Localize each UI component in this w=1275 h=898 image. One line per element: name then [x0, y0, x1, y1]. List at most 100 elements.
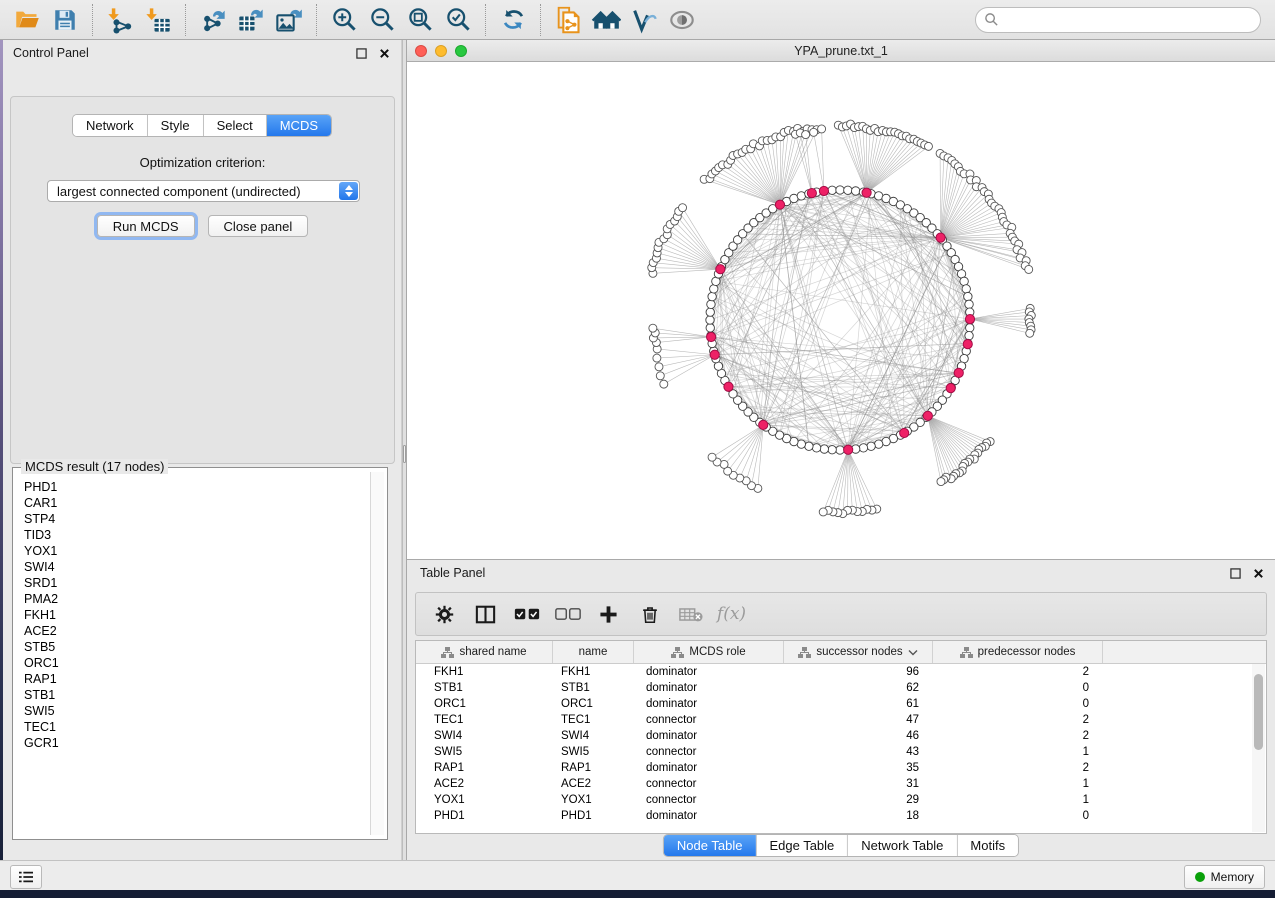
leaf-node[interactable] — [818, 125, 826, 133]
network-node[interactable] — [710, 285, 718, 293]
mcds-hub-node[interactable] — [716, 265, 725, 274]
network-node[interactable] — [965, 331, 973, 339]
table-row[interactable]: ACE2ACE2connector311 — [416, 776, 1266, 792]
mcds-result-item[interactable]: SWI4 — [24, 559, 369, 575]
mcds-hub-node[interactable] — [710, 350, 719, 359]
mcds-result-item[interactable]: STP4 — [24, 511, 369, 527]
network-node[interactable] — [874, 440, 882, 448]
float-table-panel-icon[interactable] — [1229, 567, 1242, 580]
mcds-result-item[interactable]: ACE2 — [24, 623, 369, 639]
tab-network[interactable]: Network — [73, 115, 148, 136]
mcds-result-item[interactable]: GCR1 — [24, 735, 369, 751]
network-node[interactable] — [836, 186, 844, 194]
network-node[interactable] — [828, 186, 836, 194]
tab-style[interactable]: Style — [148, 115, 204, 136]
leaf-node[interactable] — [653, 354, 661, 362]
leaf-node[interactable] — [679, 204, 687, 212]
table-row[interactable]: SWI4SWI4dominator462 — [416, 728, 1266, 744]
network-node[interactable] — [706, 316, 714, 324]
network-node[interactable] — [836, 446, 844, 454]
table-scrollbar[interactable] — [1252, 664, 1265, 832]
network-node[interactable] — [965, 300, 973, 308]
column-header-MCDS-role[interactable]: MCDS role — [634, 641, 784, 663]
import-network-button[interactable] — [101, 4, 139, 36]
network-node[interactable] — [851, 187, 859, 195]
mcds-hub-node[interactable] — [724, 382, 733, 391]
table-row[interactable]: YOX1YOX1connector291 — [416, 792, 1266, 808]
leaf-node[interactable] — [660, 380, 668, 388]
tab-edge-table[interactable]: Edge Table — [756, 835, 848, 856]
table-row[interactable]: TEC1TEC1connector472 — [416, 712, 1266, 728]
mcds-hub-node[interactable] — [775, 200, 784, 209]
leaf-node[interactable] — [924, 142, 932, 150]
network-node[interactable] — [964, 292, 972, 300]
save-session-button[interactable] — [46, 4, 84, 36]
mcds-hub-node[interactable] — [862, 188, 871, 197]
deselect-all-button[interactable] — [549, 597, 586, 631]
leaf-node[interactable] — [937, 478, 945, 486]
zoom-selected-button[interactable] — [439, 4, 477, 36]
mcds-result-item[interactable]: PMA2 — [24, 591, 369, 607]
network-node[interactable] — [962, 285, 970, 293]
tab-mcds[interactable]: MCDS — [267, 115, 331, 136]
mcds-result-item[interactable]: FKH1 — [24, 607, 369, 623]
mcds-result-item[interactable]: CAR1 — [24, 495, 369, 511]
leaf-node[interactable] — [655, 363, 663, 371]
leaf-node[interactable] — [802, 131, 810, 139]
refresh-button[interactable] — [494, 4, 532, 36]
network-node[interactable] — [708, 292, 716, 300]
mcds-result-item[interactable]: ORC1 — [24, 655, 369, 671]
mcds-result-item[interactable]: SRD1 — [24, 575, 369, 591]
tab-motifs[interactable]: Motifs — [957, 835, 1018, 856]
table-scrollbar-thumb[interactable] — [1254, 674, 1263, 750]
table-row[interactable]: STB1STB1dominator620 — [416, 680, 1266, 696]
open-file-button[interactable] — [8, 4, 46, 36]
leaf-node[interactable] — [656, 372, 664, 380]
network-node[interactable] — [844, 186, 852, 194]
run-mcds-button[interactable]: Run MCDS — [97, 215, 195, 237]
network-node[interactable] — [797, 192, 805, 200]
mcds-hub-node[interactable] — [844, 445, 853, 454]
table-row[interactable]: FKH1FKH1dominator962 — [416, 664, 1266, 680]
mcds-result-list[interactable]: PHD1CAR1STP4TID3YOX1SWI4SRD1PMA2FKH1ACE2… — [17, 472, 369, 835]
mcds-result-item[interactable]: STB5 — [24, 639, 369, 655]
network-node[interactable] — [960, 277, 968, 285]
table-row[interactable]: RAP1RAP1dominator352 — [416, 760, 1266, 776]
leaf-node[interactable] — [708, 453, 716, 461]
mcds-hub-node[interactable] — [807, 188, 816, 197]
mcds-result-item[interactable]: YOX1 — [24, 543, 369, 559]
network-node[interactable] — [828, 446, 836, 454]
table-row[interactable]: PHD1PHD1dominator180 — [416, 808, 1266, 824]
network-node[interactable] — [820, 445, 828, 453]
mcds-hub-node[interactable] — [819, 186, 828, 195]
tab-select[interactable]: Select — [204, 115, 267, 136]
mcds-hub-node[interactable] — [963, 340, 972, 349]
network-window-titlebar[interactable]: YPA_prune.txt_1 — [407, 40, 1275, 62]
close-table-panel-icon[interactable] — [1252, 567, 1265, 580]
mcds-result-item[interactable]: PHD1 — [24, 479, 369, 495]
mcds-hub-node[interactable] — [954, 368, 963, 377]
network-node[interactable] — [812, 444, 820, 452]
optimization-criterion-dropdown[interactable]: largest connected component (undirected) — [47, 180, 360, 202]
mcds-result-item[interactable]: TEC1 — [24, 719, 369, 735]
export-image-button[interactable] — [270, 4, 308, 36]
mcds-hub-node[interactable] — [965, 314, 974, 323]
leaf-node[interactable] — [810, 128, 818, 136]
close-panel-button[interactable]: Close panel — [208, 215, 309, 237]
export-table-button[interactable] — [232, 4, 270, 36]
column-header-predecessor-nodes[interactable]: predecessor nodes — [933, 641, 1103, 663]
select-all-button[interactable] — [508, 597, 545, 631]
leaf-node[interactable] — [1026, 329, 1034, 337]
mcds-result-item[interactable]: SWI5 — [24, 703, 369, 719]
delete-table-button[interactable] — [672, 597, 709, 631]
memory-button[interactable]: Memory — [1184, 865, 1265, 889]
mcds-hub-node[interactable] — [946, 384, 955, 393]
houses-button[interactable] — [587, 4, 625, 36]
mcds-hub-node[interactable] — [707, 332, 716, 341]
mcds-result-item[interactable]: TID3 — [24, 527, 369, 543]
zoom-out-button[interactable] — [363, 4, 401, 36]
zoom-in-button[interactable] — [325, 4, 363, 36]
search-input[interactable] — [999, 12, 1252, 28]
column-header-shared-name[interactable]: shared name — [416, 641, 553, 663]
page-network-button[interactable] — [549, 4, 587, 36]
